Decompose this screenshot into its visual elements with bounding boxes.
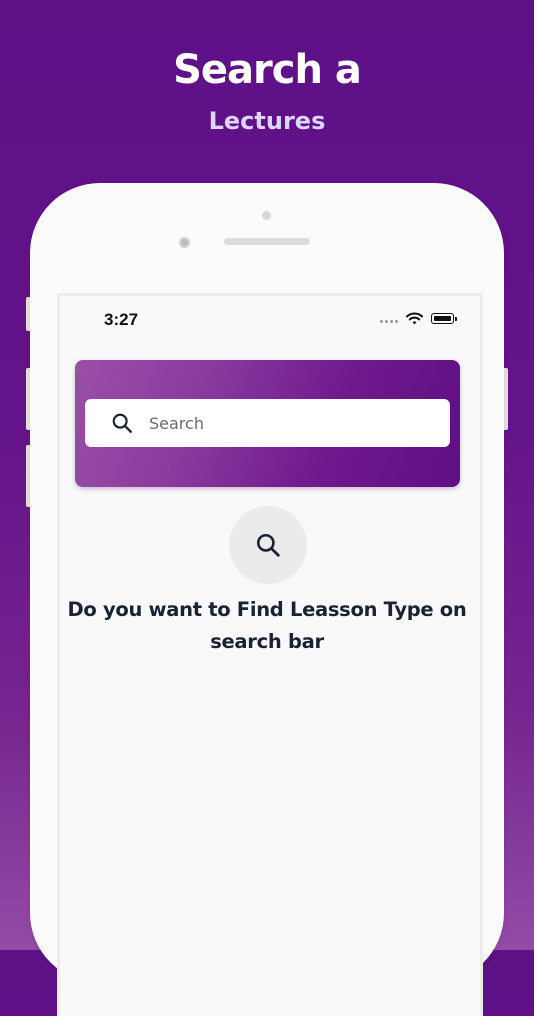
sensor-dot <box>262 211 271 220</box>
wifi-icon <box>406 312 423 325</box>
front-camera <box>179 237 190 248</box>
phone-mockup: 3:27 Search Do you want to Find Leasson … <box>30 183 504 1016</box>
phone-screen: 3:27 Search Do you want to Find Leasson … <box>57 293 483 1016</box>
search-icon <box>256 533 280 557</box>
promo-subline: Lectures <box>208 107 326 135</box>
earpiece-speaker <box>224 238 310 245</box>
status-icons <box>380 312 457 325</box>
status-time: 3:27 <box>104 310 139 329</box>
search-bar[interactable] <box>85 399 450 447</box>
search-input[interactable] <box>147 412 431 434</box>
search-header-card <box>75 360 460 487</box>
cellular-dots-icon <box>380 320 398 323</box>
promo-headline: Search a <box>173 47 362 93</box>
empty-state-icon-circle <box>229 506 307 584</box>
battery-icon <box>431 313 457 324</box>
search-icon <box>112 413 132 433</box>
empty-state-message: Do you want to Find Leasson Type on sear… <box>67 598 467 653</box>
